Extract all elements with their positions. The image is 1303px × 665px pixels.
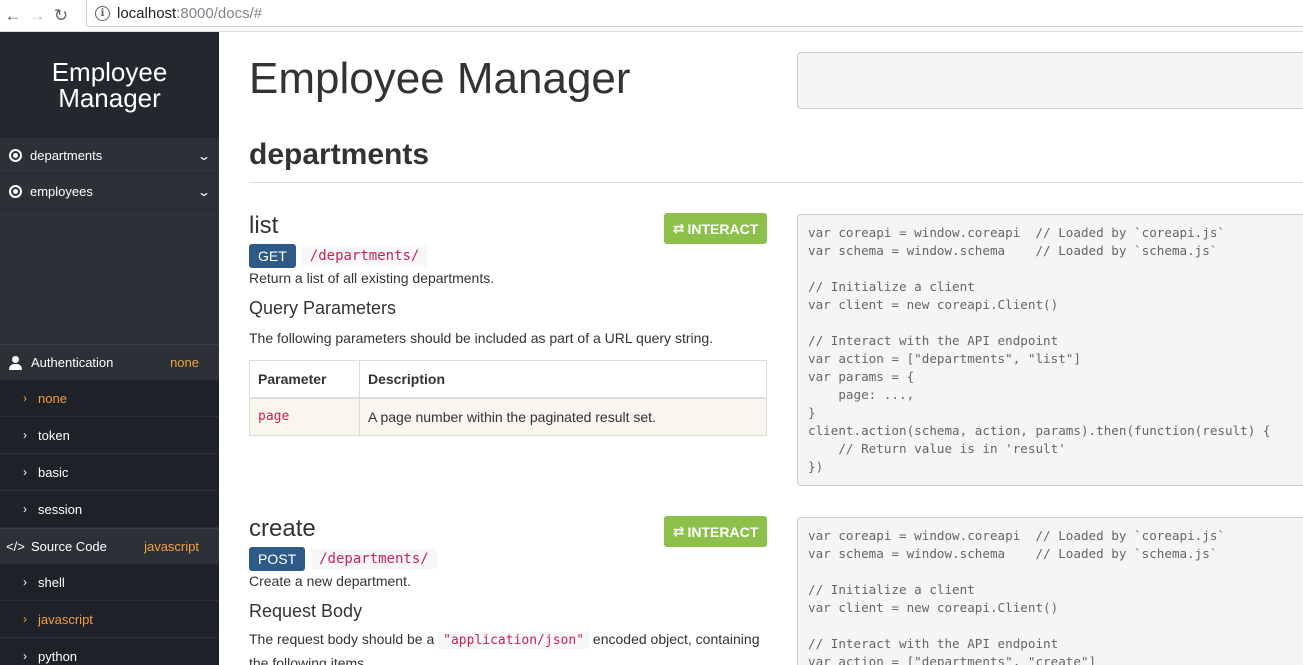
chevron-right-icon: ›	[23, 575, 27, 589]
user-icon	[9, 355, 22, 370]
table-row: page A page number within the paginated …	[249, 397, 767, 436]
auth-option-label: session	[38, 501, 83, 517]
content-type-code: "application/json"	[438, 632, 590, 649]
address-bar[interactable]: i localhost:8000/docs/#	[86, 0, 1303, 27]
interact-label: INTERACT	[687, 523, 759, 540]
request-body-text-part: the following items.	[249, 655, 369, 665]
endpoint-path: /departments/	[311, 549, 437, 569]
table-header: Parameter	[249, 360, 360, 399]
forward-arrow-icon: →	[28, 5, 46, 25]
endpoint-list: list ⇄ INTERACT GET /departments/ Return…	[249, 212, 767, 436]
info-icon[interactable]: i	[95, 5, 110, 21]
section-divider	[249, 182, 1303, 183]
section-title: departments	[249, 138, 430, 171]
source-code-value: javascript	[144, 539, 199, 554]
query-parameters-heading: Query Parameters	[249, 298, 397, 318]
chevron-right-icon: ›	[23, 428, 27, 442]
sidebar-brand[interactable]: Employee Manager	[0, 32, 219, 138]
chevron-down-icon: ⌄	[196, 148, 212, 163]
language-option-javascript[interactable]: › javascript	[0, 601, 219, 638]
chevron-down-icon: ⌄	[196, 184, 212, 199]
target-icon	[8, 149, 22, 162]
endpoint-path: /departments/	[301, 246, 428, 266]
sidebar-item-label: employees	[30, 184, 93, 199]
chevron-right-icon: ›	[23, 502, 27, 516]
language-option-shell[interactable]: › shell	[0, 564, 219, 601]
page-title: Employee Manager	[249, 54, 631, 103]
authentication-label: Authentication	[31, 355, 114, 370]
sidebar-item-label: departments	[30, 148, 103, 163]
sidebar-item-employees[interactable]: employees ⌄	[0, 174, 219, 210]
parameter-description: A page number within the paginated resul…	[359, 397, 767, 436]
source-code-label: Source Code	[31, 539, 107, 554]
language-option-label: javascript	[38, 611, 93, 627]
code-icon: </>	[6, 539, 25, 554]
reload-icon: ↻	[53, 5, 69, 25]
endpoint-description: Create a new department.	[249, 573, 411, 589]
auth-option-label: token	[38, 427, 70, 443]
language-option-label: shell	[38, 574, 65, 590]
request-body-text-part: The request body should be a	[249, 631, 439, 647]
chevron-right-icon: ›	[23, 465, 27, 479]
forward-button[interactable]: →	[26, 5, 48, 27]
language-option-python[interactable]: › python	[0, 638, 219, 665]
chevron-right-icon: ›	[23, 649, 27, 663]
auth-option-basic[interactable]: › basic	[0, 454, 219, 491]
method-badge: GET	[249, 244, 296, 268]
method-badge: POST	[249, 547, 306, 571]
source-code-menu[interactable]: </> Source Code javascript	[0, 528, 219, 564]
target-icon	[8, 185, 22, 198]
url-path: :8000/docs/#	[176, 4, 263, 22]
brand-line-1: Employee	[51, 57, 168, 87]
swap-icon: ⇄	[672, 523, 685, 539]
request-body-heading: Request Body	[249, 601, 363, 621]
sidebar-spacer	[0, 210, 219, 344]
endpoint-description: Return a list of all existing department…	[249, 270, 495, 286]
request-body-text-part: encoded object, containing	[589, 631, 760, 647]
auth-option-none[interactable]: › none	[0, 380, 219, 417]
code-sample-list: var coreapi = window.coreapi // Loaded b…	[797, 214, 1303, 486]
back-arrow-icon: ←	[4, 5, 22, 25]
url-host: localhost	[117, 4, 177, 22]
language-option-label: python	[38, 648, 78, 664]
code-sample-create: var coreapi = window.coreapi // Loaded b…	[797, 517, 1303, 665]
chevron-right-icon: ›	[23, 391, 27, 405]
auth-option-label: basic	[38, 464, 69, 480]
interact-label: INTERACT	[687, 220, 759, 237]
sidebar: Employee Manager departments ⌄ employees…	[0, 32, 219, 665]
interact-button[interactable]: ⇄ INTERACT	[664, 516, 767, 547]
main-content: Employee Manager departments list ⇄ INTE…	[219, 32, 1303, 665]
interact-button[interactable]: ⇄ INTERACT	[664, 213, 767, 244]
back-button[interactable]: ←	[2, 5, 24, 27]
request-body-text: The request body should be a "applicatio…	[249, 628, 767, 665]
chevron-right-icon: ›	[23, 612, 27, 626]
auth-option-session[interactable]: › session	[0, 491, 219, 528]
authentication-menu[interactable]: Authentication none	[0, 344, 219, 380]
reload-button[interactable]: ↻	[50, 5, 72, 27]
sidebar-item-departments[interactable]: departments ⌄	[0, 138, 219, 174]
brand-line-2: Manager	[58, 83, 161, 113]
endpoint-create: create ⇄ INTERACT POST /departments/ Cre…	[249, 515, 767, 665]
auth-option-token[interactable]: › token	[0, 417, 219, 454]
parameters-table: Parameter Description page A page number…	[249, 360, 767, 436]
parameter-name: page	[249, 397, 360, 436]
query-parameters-text: The following parameters should be inclu…	[249, 330, 714, 346]
table-header: Description	[359, 360, 767, 399]
intro-code-box	[797, 52, 1303, 109]
auth-option-label: none	[38, 390, 67, 406]
browser-toolbar: ← → ↻ i localhost:8000/docs/#	[0, 0, 1303, 32]
swap-icon: ⇄	[672, 220, 685, 236]
authentication-value: none	[170, 355, 199, 370]
